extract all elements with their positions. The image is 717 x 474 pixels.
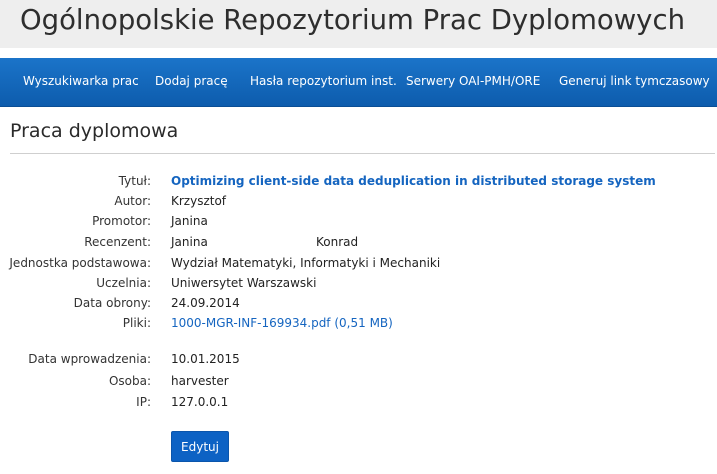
file-link[interactable]: 1000-MGR-INF-169934.pdf (0,51 MB)	[171, 316, 393, 330]
university-label: Uczelnia:	[96, 276, 151, 290]
person-value: harvester	[171, 374, 229, 388]
reviewer-value-1: Janina	[171, 235, 208, 249]
ip-label: IP:	[136, 395, 151, 409]
row-supervisor: Promotor: Janina	[0, 214, 717, 234]
row-entry-date: Data wprowadzenia: 10.01.2015	[0, 352, 717, 372]
row-unit: Jednostka podstawowa: Wydział Matematyki…	[0, 256, 717, 276]
reviewer-value-2: Konrad	[316, 235, 359, 249]
nav-item-oai-servers[interactable]: Serwery OAI-PMH/ORE	[406, 58, 540, 106]
defense-date-label: Data obrony:	[73, 296, 151, 310]
nav-item-search[interactable]: Wyszukiwarka prac	[23, 58, 139, 106]
site-title: Ogólnopolskie Repozytorium Prac Dyplomow…	[20, 4, 686, 36]
nav-item-repository-passwords[interactable]: Hasła repozytorium inst.	[250, 58, 397, 106]
row-ip: IP: 127.0.0.1	[0, 395, 717, 415]
supervisor-label: Promotor:	[92, 214, 151, 228]
title-value: Optimizing client-side data deduplicatio…	[171, 174, 656, 188]
title-label: Tytuł:	[118, 174, 151, 188]
row-university: Uczelnia: Uniwersytet Warszawski	[0, 276, 717, 296]
author-label: Autor:	[114, 194, 151, 208]
row-defense-date: Data obrony: 24.09.2014	[0, 296, 717, 316]
page-heading: Praca dyplomowa	[10, 120, 179, 142]
files-label: Pliki:	[122, 316, 151, 330]
heading-divider	[10, 153, 715, 154]
supervisor-value: Janina	[171, 214, 208, 228]
nav-item-add-thesis[interactable]: Dodaj pracę	[155, 58, 228, 106]
unit-label: Jednostka podstawowa:	[9, 256, 151, 270]
defense-date-value: 24.09.2014	[171, 296, 240, 310]
person-label: Osoba:	[108, 374, 151, 388]
entry-date-value: 10.01.2015	[171, 352, 240, 366]
nav-item-generate-link[interactable]: Generuj link tymczasowy	[559, 58, 710, 106]
row-reviewer: Recenzent: Janina Konrad	[0, 235, 717, 255]
site-header: Ogólnopolskie Repozytorium Prac Dyplomow…	[0, 0, 717, 48]
ip-value: 127.0.0.1	[171, 395, 229, 409]
row-author: Autor: Krzysztof	[0, 194, 717, 214]
unit-value: Wydział Matematyki, Informatyki i Mechan…	[171, 256, 441, 270]
entry-date-label: Data wprowadzenia:	[28, 352, 151, 366]
main-navbar: Wyszukiwarka prac Dodaj pracę Hasła repo…	[0, 58, 717, 107]
row-title: Tytuł: Optimizing client-side data dedup…	[0, 174, 717, 194]
edit-button[interactable]: Edytuj	[171, 431, 229, 462]
author-value: Krzysztof	[171, 194, 227, 208]
university-value: Uniwersytet Warszawski	[171, 276, 317, 290]
reviewer-label: Recenzent:	[84, 235, 151, 249]
row-files: Pliki: 1000-MGR-INF-169934.pdf (0,51 MB)	[0, 316, 717, 336]
row-person: Osoba: harvester	[0, 374, 717, 394]
